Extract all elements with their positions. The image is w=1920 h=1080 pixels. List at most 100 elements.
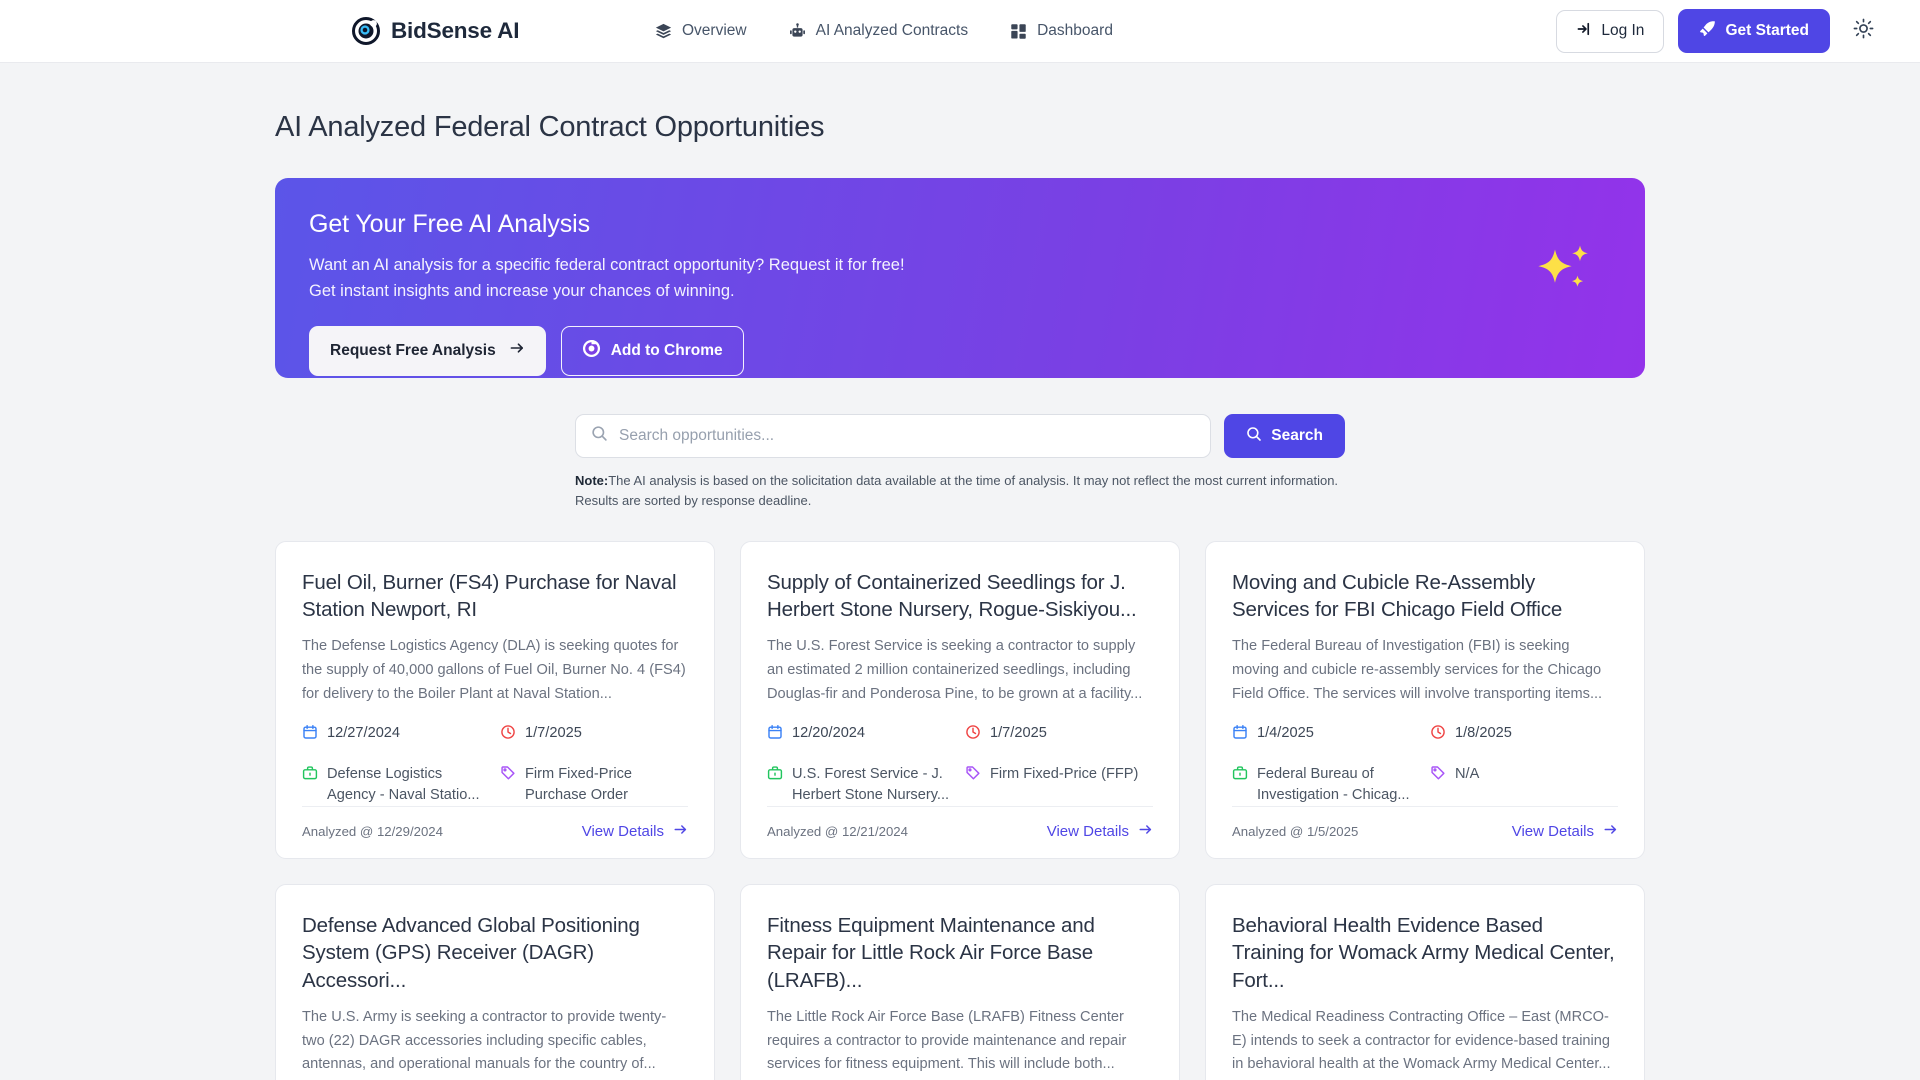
view-details-label: View Details: [1047, 823, 1129, 840]
opportunity-grid: Fuel Oil, Burner (FS4) Purchase for Nava…: [275, 541, 1645, 1080]
card-title: Defense Advanced Global Positioning Syst…: [302, 912, 688, 996]
card-title: Fuel Oil, Burner (FS4) Purchase for Nava…: [302, 569, 688, 625]
note-text: The AI analysis is based on the solicita…: [575, 473, 1338, 508]
contract-type-value: N/A: [1455, 764, 1479, 785]
card-description: The U.S. Army is seeking a contractor to…: [302, 1006, 688, 1077]
card-title: Fitness Equipment Maintenance and Repair…: [767, 912, 1153, 996]
note-label: Note:: [575, 473, 608, 488]
card-meta: 12/20/2024 1/7/2025 U.S. Forest Service …: [767, 723, 1153, 805]
calendar-icon: [1232, 723, 1248, 747]
analyzed-timestamp: Analyzed @ 12/29/2024: [302, 824, 443, 839]
agency-value: U.S. Forest Service - J. Herbert Stone N…: [792, 764, 955, 805]
analyzed-timestamp: Analyzed @ 1/5/2025: [1232, 824, 1358, 839]
promo-line-2: Get instant insights and increase your c…: [309, 280, 1607, 304]
briefcase-icon: [1232, 764, 1248, 788]
header-actions: Log In Get Started: [1556, 9, 1876, 53]
promo-line-1: Want an AI analysis for a specific feder…: [309, 254, 1607, 278]
opportunity-card[interactable]: Supply of Containerized Seedlings for J.…: [740, 541, 1180, 859]
agency: U.S. Forest Service - J. Herbert Stone N…: [767, 764, 955, 805]
contract-type-value: Firm Fixed-Price Purchase Order: [525, 764, 688, 805]
view-details-label: View Details: [582, 823, 664, 840]
briefcase-icon: [767, 764, 783, 788]
agency: Defense Logistics Agency - Naval Statio.…: [302, 764, 490, 805]
card-description: The Medical Readiness Contracting Office…: [1232, 1006, 1618, 1077]
opportunity-card[interactable]: Fuel Oil, Burner (FS4) Purchase for Nava…: [275, 541, 715, 859]
briefcase-icon: [302, 764, 318, 788]
card-description: The Little Rock Air Force Base (LRAFB) F…: [767, 1006, 1153, 1077]
deadline-date-value: 1/7/2025: [525, 723, 582, 744]
add-to-chrome-button[interactable]: Add to Chrome: [561, 326, 744, 376]
posted-date: 1/4/2025: [1232, 723, 1420, 747]
contract-type: N/A: [1430, 764, 1618, 805]
promo-banner: Get Your Free AI Analysis Want an AI ana…: [275, 178, 1645, 378]
arrow-right-icon: [1603, 822, 1618, 841]
card-footer: Analyzed @ 1/5/2025 View Details: [1232, 806, 1618, 858]
contract-type: Firm Fixed-Price Purchase Order: [500, 764, 688, 805]
posted-date-value: 12/27/2024: [327, 723, 400, 744]
brand-name: BidSense AI: [391, 18, 519, 44]
agency-value: Federal Bureau of Investigation - Chicag…: [1257, 764, 1420, 805]
promo-actions: Request Free Analysis Add to Chro: [309, 326, 1607, 376]
sun-icon: [1853, 18, 1874, 44]
deadline-date: 1/8/2025: [1430, 723, 1618, 747]
promo-title: Get Your Free AI Analysis: [309, 210, 1607, 239]
layers-icon: [655, 23, 672, 40]
nav-item-dashboard[interactable]: Dashboard: [1010, 22, 1113, 40]
get-started-label: Get Started: [1725, 22, 1809, 40]
search-box[interactable]: [575, 414, 1211, 458]
search-button[interactable]: Search: [1224, 414, 1345, 458]
card-description: The U.S. Forest Service is seeking a con…: [767, 635, 1153, 706]
nav-item-overview[interactable]: Overview: [655, 22, 747, 40]
agency: Federal Bureau of Investigation - Chicag…: [1232, 764, 1420, 805]
posted-date: 12/20/2024: [767, 723, 955, 747]
request-free-analysis-button[interactable]: Request Free Analysis: [309, 326, 546, 376]
chrome-icon: [582, 339, 601, 363]
posted-date: 12/27/2024: [302, 723, 490, 747]
page-body: AI Analyzed Federal Contract Opportuniti…: [0, 111, 1920, 1080]
view-details-link[interactable]: View Details: [582, 822, 688, 841]
arrow-right-icon: [1138, 822, 1153, 841]
card-title: Moving and Cubicle Re-Assembly Services …: [1232, 569, 1618, 625]
agency-value: Defense Logistics Agency - Naval Statio.…: [327, 764, 490, 805]
search-button-label: Search: [1271, 427, 1323, 445]
nav-item-ai-analyzed-contracts[interactable]: AI Analyzed Contracts: [789, 22, 969, 40]
search-section: Search: [275, 414, 1645, 458]
login-button[interactable]: Log In: [1556, 10, 1664, 53]
login-label: Log In: [1601, 22, 1644, 40]
view-details-link[interactable]: View Details: [1512, 822, 1618, 841]
get-started-button[interactable]: Get Started: [1678, 9, 1830, 53]
analyzed-timestamp: Analyzed @ 12/21/2024: [767, 824, 908, 839]
arrow-right-icon: [509, 340, 525, 361]
search-row: Search: [575, 414, 1345, 458]
card-footer: Analyzed @ 12/29/2024 View Details: [302, 806, 688, 858]
main-nav: Overview AI Analyzed Contracts: [655, 22, 1113, 40]
card-title: Supply of Containerized Seedlings for J.…: [767, 569, 1153, 625]
grid-icon: [1010, 23, 1027, 40]
clock-icon: [500, 723, 516, 747]
login-arrow-icon: [1576, 21, 1592, 42]
arrow-right-icon: [673, 822, 688, 841]
promo-secondary-label: Add to Chrome: [611, 342, 723, 360]
rocket-icon: [1699, 20, 1716, 42]
view-details-link[interactable]: View Details: [1047, 822, 1153, 841]
nav-label: Dashboard: [1037, 22, 1113, 40]
opportunity-card[interactable]: Fitness Equipment Maintenance and Repair…: [740, 884, 1180, 1080]
search-icon: [1246, 426, 1262, 447]
opportunity-card[interactable]: Moving and Cubicle Re-Assembly Services …: [1205, 541, 1645, 859]
opportunity-card[interactable]: Defense Advanced Global Positioning Syst…: [275, 884, 715, 1080]
search-icon: [591, 425, 608, 447]
view-details-label: View Details: [1512, 823, 1594, 840]
app-header: BidSense AI Overview: [0, 0, 1920, 63]
brand[interactable]: BidSense AI: [352, 17, 519, 45]
search-input[interactable]: [619, 427, 1195, 445]
posted-date-value: 12/20/2024: [792, 723, 865, 744]
card-footer: Analyzed @ 12/21/2024 View Details: [767, 806, 1153, 858]
deadline-date-value: 1/7/2025: [990, 723, 1047, 744]
deadline-date: 1/7/2025: [500, 723, 688, 747]
tag-icon: [1430, 764, 1446, 788]
opportunity-card[interactable]: Behavioral Health Evidence Based Trainin…: [1205, 884, 1645, 1080]
calendar-icon: [302, 723, 318, 747]
analysis-note: Note:The AI analysis is based on the sol…: [575, 471, 1345, 511]
robot-icon: [789, 23, 806, 40]
theme-toggle-button[interactable]: [1850, 18, 1876, 44]
